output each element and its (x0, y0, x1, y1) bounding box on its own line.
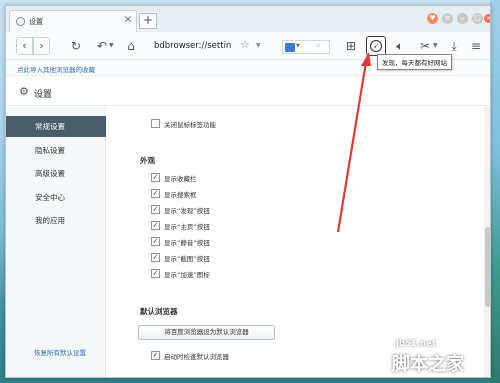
import-bookmarks-link[interactable]: 点此导入其他浏览器的收藏 (17, 64, 95, 74)
option-label: 显示“截图”按钮 (164, 255, 210, 263)
menu-icon[interactable]: ≡ (468, 38, 484, 54)
close-tab-icon[interactable]: × (122, 14, 134, 25)
chevron-down-icon[interactable]: ▼ (296, 43, 300, 49)
tab-title: 设置 (29, 18, 43, 26)
option-label: 显示“静音”按钮 (164, 239, 210, 247)
section-title-default-browser: 默认浏览器 (140, 307, 178, 316)
option-label: 关闭鼠标标签功能 (164, 121, 216, 129)
download-icon[interactable]: ⤓ (446, 38, 462, 54)
url-text[interactable]: bdbrowser://settin (154, 41, 231, 51)
settings-header: ⚙ 设置 (6, 77, 490, 106)
chevron-down-icon[interactable]: ▼ (256, 42, 261, 49)
checkbox-checked[interactable]: ✓ (151, 221, 160, 230)
option-label: 显示收藏栏 (164, 175, 197, 183)
set-default-browser-button[interactable]: 将百度浏览器设为默认浏览器 (138, 325, 275, 340)
option-label: 启动时检查默认浏览器 (164, 353, 229, 361)
option-label: 显示“主页”按钮 (164, 223, 210, 231)
minimize-icon[interactable]: – (457, 13, 468, 24)
scrollbar-thumb[interactable] (485, 227, 490, 307)
section-title-appearance: 外观 (140, 156, 155, 165)
maximize-icon[interactable]: □ (472, 13, 483, 24)
menu-icon[interactable]: ≡ (442, 13, 453, 24)
sidebar-item-privacy[interactable]: 隐私设置 (6, 140, 106, 161)
compass-icon: ➹ (370, 39, 382, 52)
settings-tab-icon (16, 17, 25, 26)
skin-icon[interactable]: ♥ (427, 13, 438, 24)
settings-sidebar: 常规设置 隐私设置 高级设置 安全中心 我的应用 恢复所有默认设置 (6, 107, 106, 377)
watermark-logo-text: 脚本之家 (392, 354, 464, 375)
gear-icon: ⚙ (19, 85, 29, 98)
option-label: 显示搜索框 (164, 191, 197, 199)
search-input[interactable]: ▼ ⌕ (282, 40, 330, 54)
forward-button[interactable]: › (33, 37, 50, 55)
checkbox[interactable] (151, 119, 160, 128)
option-label: 显示“发现”按钮 (164, 207, 210, 215)
star-icon[interactable]: ☆ (240, 38, 250, 51)
tab-bar: 设置 × + ♥ ≡ – □ × (6, 6, 490, 32)
page-title: 设置 (34, 90, 53, 100)
scissors-icon[interactable]: ✂ (417, 38, 433, 54)
sidebar-item-security[interactable]: 安全中心 (6, 187, 106, 208)
checkbox-checked[interactable]: ✓ (151, 173, 160, 182)
new-tab-button[interactable]: + (139, 13, 157, 29)
sidebar-item-advanced[interactable]: 高级设置 (6, 163, 106, 184)
tab-settings[interactable]: 设置 × (9, 10, 137, 32)
sound-icon[interactable]: 🔈︎ (392, 38, 408, 54)
restore-defaults-link[interactable]: 恢复所有默认设置 (34, 347, 86, 357)
undo-icon[interactable]: ↶ (94, 38, 110, 54)
desktop-background (490, 0, 500, 383)
checkbox-checked[interactable]: ✓ (151, 253, 160, 262)
checkbox-checked[interactable]: ✓ (151, 189, 160, 198)
sidebar-item-my-apps[interactable]: 我的应用 (6, 210, 106, 231)
sidebar-item-general[interactable]: 常规设置 (6, 116, 106, 137)
apps-icon[interactable]: ⊞ (343, 38, 359, 54)
checkbox-checked[interactable]: ✓ (151, 269, 160, 278)
back-button[interactable]: ‹ (16, 37, 33, 55)
settings-content: 关闭鼠标标签功能 外观 ✓ 显示收藏栏 ✓ 显示搜索框 ✓ 显示“发现”按钮 ✓… (107, 107, 483, 377)
search-icon[interactable]: ⌕ (316, 41, 320, 51)
search-engine-icon[interactable] (285, 43, 295, 52)
watermark-text: jb51.net (396, 339, 436, 349)
discover-tooltip: 发现，每天都有好网站 (377, 54, 452, 70)
checkbox-checked[interactable]: ✓ (151, 237, 160, 246)
checkbox-checked[interactable]: ✓ (151, 351, 160, 360)
checkbox-checked[interactable]: ✓ (151, 205, 160, 214)
home-icon[interactable]: ⌂ (123, 38, 139, 54)
scrollbar[interactable] (484, 107, 490, 377)
refresh-icon[interactable]: ↻ (68, 38, 84, 54)
discover-button[interactable]: ➹ (366, 36, 386, 56)
close-window-icon[interactable]: × (484, 14, 490, 23)
chevron-down-icon[interactable]: ▼ (433, 42, 438, 49)
option-label: 显示“加速”图标 (164, 271, 210, 279)
chevron-down-icon[interactable]: ▼ (109, 42, 114, 49)
browser-window: 设置 × + ♥ ≡ – □ × ‹ › ↻ ↶ ▼ ⌂ bdbrowser:/… (5, 5, 491, 378)
